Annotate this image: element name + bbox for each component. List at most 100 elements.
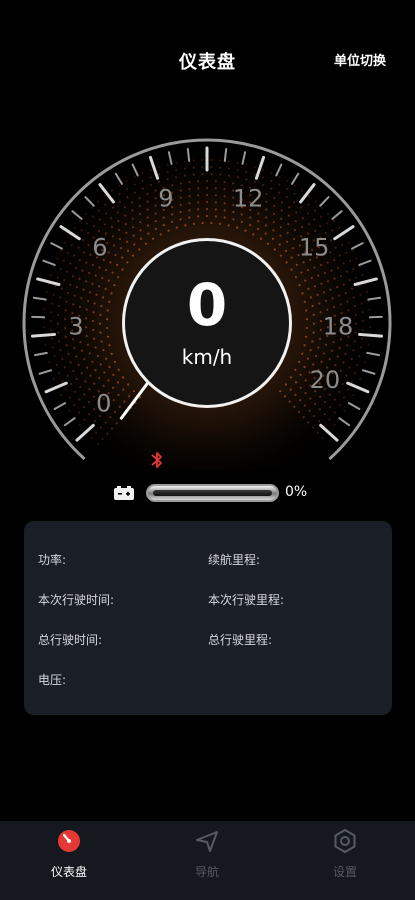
dial-dot [279, 226, 282, 229]
dial-dot [352, 296, 355, 299]
dial-dot [320, 215, 323, 218]
dial-dot [257, 227, 260, 231]
dial-dot [310, 276, 313, 280]
dial-dot [321, 206, 324, 209]
dial-dot [151, 237, 155, 240]
dial-dot [232, 218, 235, 221]
dial-dot [179, 210, 182, 214]
dial-dot [205, 200, 209, 204]
dial-dot [329, 239, 332, 242]
dial-dot [338, 254, 341, 257]
dial-dot [60, 287, 64, 290]
dial-dot [79, 340, 82, 344]
dial-dot [244, 229, 247, 232]
dial-dot [79, 385, 82, 389]
dial-dot [330, 269, 333, 272]
dial-dot [301, 352, 304, 355]
dial-dot [146, 200, 149, 203]
dial-dot [294, 381, 298, 384]
dial-dot [361, 328, 364, 332]
dial-dot [78, 411, 81, 414]
dial-dot [65, 300, 68, 303]
dial-dot [304, 379, 307, 382]
dial-dot [286, 179, 289, 183]
dial-dot [117, 393, 120, 396]
dial-dot [227, 167, 231, 170]
dial-dot [171, 213, 174, 216]
dial-dot [197, 208, 200, 211]
dial-dot [106, 335, 110, 338]
dial-dot [93, 382, 96, 385]
dial-dot [63, 278, 66, 282]
dial-dot [286, 231, 289, 234]
total-time-label: 总行驶时间: [38, 633, 103, 647]
dial-dot [192, 166, 195, 169]
dial-dot [138, 248, 141, 251]
tab-navigation[interactable]: 导航 [138, 821, 276, 900]
bluetooth-icon [151, 452, 162, 468]
dial-dot [285, 187, 289, 191]
dial-dot [210, 158, 213, 162]
dial-dot [70, 244, 73, 247]
dial-dot [278, 191, 281, 194]
dial-dot [219, 166, 222, 169]
dial-dot [113, 410, 117, 414]
dial-dot [265, 200, 268, 203]
dial-dot [266, 242, 270, 245]
dial-dot [94, 369, 97, 372]
dial-dot [350, 380, 353, 383]
dial-dot [353, 372, 356, 375]
dial-dot [280, 209, 283, 212]
dial-dot [197, 180, 200, 183]
dial-dot [325, 222, 329, 225]
dial-dot [339, 303, 342, 306]
dial-dot [333, 258, 336, 262]
dial-dot [311, 340, 314, 343]
dial-dot [109, 261, 112, 264]
dial-dot [305, 326, 308, 330]
dial-dot [50, 311, 53, 314]
dial-dot [83, 393, 86, 396]
dial-dot [138, 212, 142, 216]
dial-dot [205, 193, 209, 197]
dial-dot [333, 277, 336, 280]
speed-value: 0 [186, 271, 228, 339]
dial-dot [328, 418, 331, 421]
dial-dot [132, 226, 135, 229]
dial-dot [318, 408, 321, 411]
dial-dot [312, 322, 316, 325]
dial-dot [333, 411, 336, 414]
dial-dot [236, 161, 239, 165]
dial-dot [106, 326, 109, 330]
scale-label-9: 9 [158, 185, 173, 213]
dial-dot [91, 282, 94, 285]
dial-dot [105, 212, 108, 215]
dial-dot [97, 285, 101, 288]
dial-dot [101, 437, 104, 441]
dial-dot [214, 215, 217, 218]
dial-dot [299, 386, 302, 389]
dial-dot [124, 214, 127, 217]
tab-dashboard[interactable]: 仪表盘 [0, 821, 138, 900]
dial-dot [336, 266, 340, 270]
dial-dot [71, 275, 75, 278]
dial-dot [309, 296, 312, 299]
dial-dot [342, 361, 345, 364]
dial-dot [311, 304, 314, 308]
dial-dot [125, 179, 128, 183]
unit-switch-button[interactable]: 单位切换 [334, 50, 386, 69]
dial-dot [201, 221, 204, 225]
dial-dot [73, 226, 76, 229]
dial-dot [320, 263, 323, 267]
tab-settings[interactable]: 设置 [276, 821, 414, 900]
dial-dot [278, 183, 281, 186]
dial-dot [327, 212, 330, 216]
scale-label-3: 3 [68, 312, 83, 340]
dial-dot [313, 209, 317, 212]
dial-dot [77, 246, 80, 249]
dial-dot [130, 201, 134, 204]
dial-dot [78, 305, 82, 309]
dial-dot [84, 380, 87, 383]
dial-dot [110, 189, 114, 192]
dial-dot [158, 180, 161, 183]
